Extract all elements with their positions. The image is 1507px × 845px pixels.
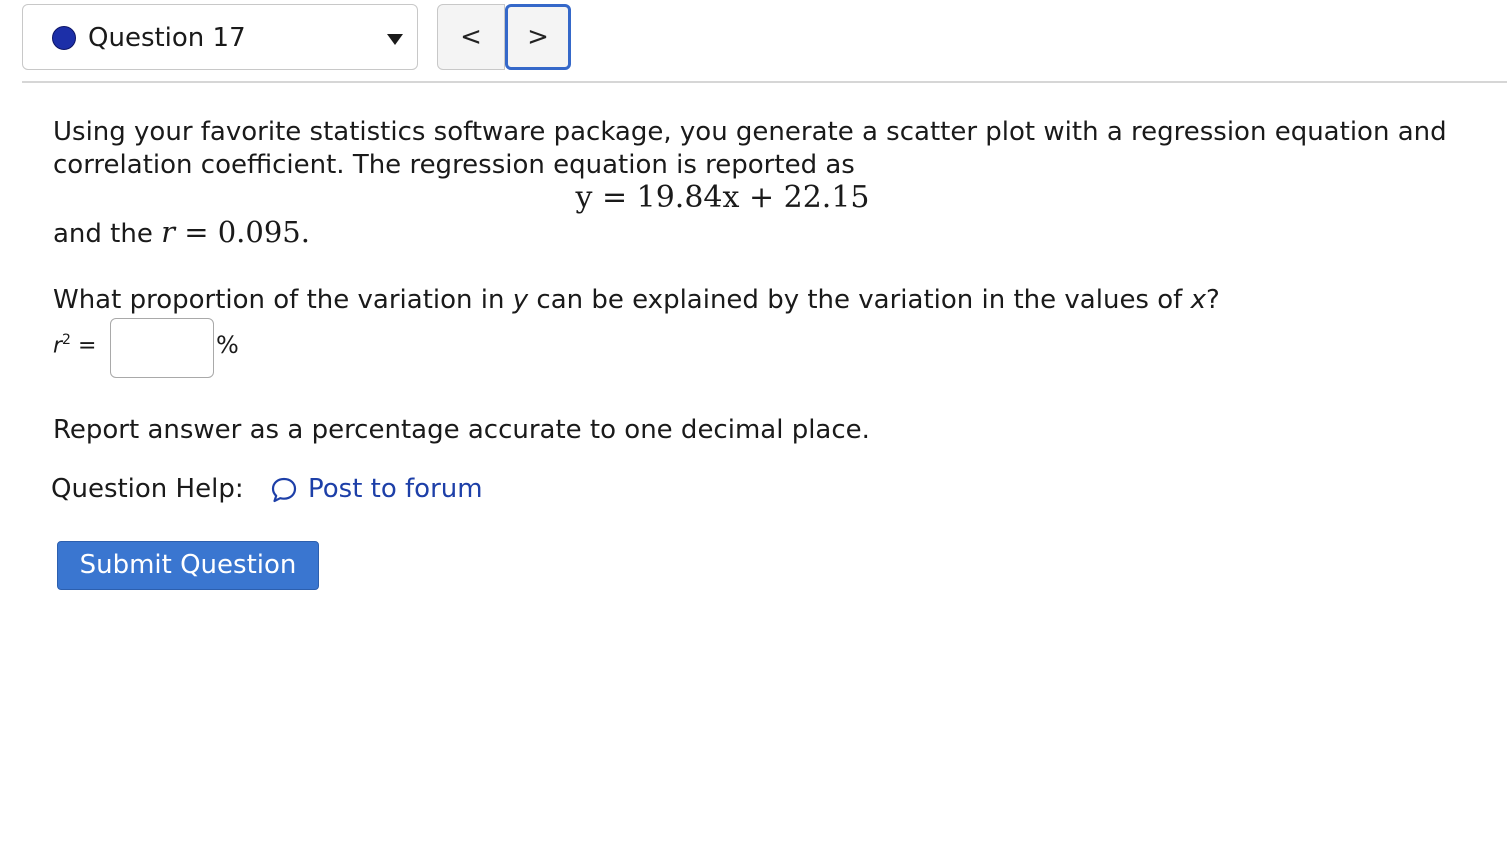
r-variable: r bbox=[161, 215, 175, 249]
prompt-text-3: ? bbox=[1205, 285, 1220, 315]
prompt-var-x: x bbox=[1190, 285, 1206, 315]
submit-question-button[interactable]: Submit Question bbox=[57, 541, 319, 590]
answer-input[interactable] bbox=[110, 318, 214, 378]
speech-bubble-icon[interactable] bbox=[270, 476, 298, 504]
question-status-dot bbox=[52, 26, 76, 50]
r-squared-equals: = bbox=[70, 333, 97, 359]
header-divider bbox=[22, 81, 1507, 83]
r-squared-var: r bbox=[53, 333, 63, 359]
answer-instruction: Report answer as a percentage accurate t… bbox=[53, 415, 870, 445]
correlation-prefix: and the bbox=[53, 219, 162, 249]
r-squared-exponent: 2 bbox=[62, 332, 71, 348]
next-question-button[interactable]: > bbox=[505, 4, 571, 70]
post-to-forum-link[interactable]: Post to forum bbox=[308, 473, 483, 506]
regression-equation: y = 19.84x + 22.15 bbox=[575, 180, 870, 215]
prompt-var-y: y bbox=[512, 285, 529, 315]
correlation-statement: and the r = 0.095. bbox=[53, 216, 310, 251]
percent-unit: % bbox=[216, 331, 239, 359]
r-value: = 0.095. bbox=[175, 215, 310, 249]
prompt-text-1: What proportion of the variation in bbox=[53, 285, 513, 315]
question-intro: Using your favorite statistics software … bbox=[53, 117, 1447, 180]
r-squared-label: r2 = bbox=[53, 332, 96, 358]
chevron-right-icon: > bbox=[527, 22, 549, 52]
previous-question-button[interactable]: < bbox=[437, 4, 505, 70]
question-prompt: What proportion of the variation in y ca… bbox=[53, 284, 1220, 317]
question-help: Question Help: Post to forum bbox=[51, 473, 483, 506]
question-help-label: Question Help: bbox=[51, 474, 244, 504]
chevron-left-icon: < bbox=[460, 22, 482, 52]
question-selector-label: Question 17 bbox=[88, 23, 246, 53]
prompt-text-2: can be explained by the variation in the… bbox=[528, 285, 1191, 315]
caret-down-icon bbox=[387, 34, 403, 45]
question-selector[interactable]: Question 17 bbox=[22, 4, 418, 70]
